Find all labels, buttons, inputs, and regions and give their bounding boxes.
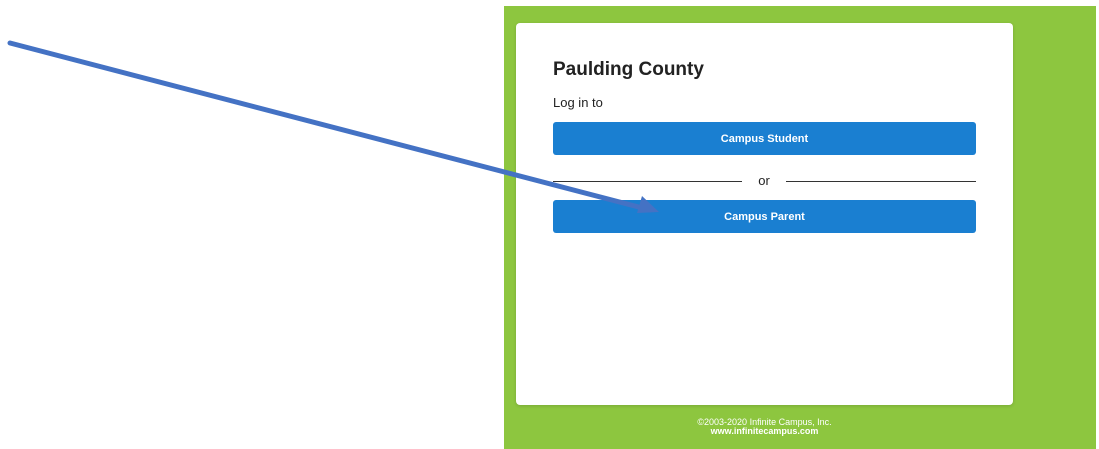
campus-parent-button[interactable]: Campus Parent [553, 200, 976, 233]
district-title: Paulding County [553, 59, 704, 80]
divider-line-left [553, 181, 742, 182]
divider-text: or [758, 173, 770, 188]
footer: ©2003-2020 Infinite Campus, Inc. www.inf… [516, 418, 1013, 436]
divider-line-right [786, 181, 976, 182]
or-divider: or [553, 173, 976, 189]
login-card: Paulding County Log in to Campus Student… [516, 23, 1013, 405]
footer-website-link[interactable]: www.infinitecampus.com [516, 427, 1013, 436]
campus-student-button[interactable]: Campus Student [553, 122, 976, 155]
login-prompt: Log in to [553, 95, 603, 110]
page: Paulding County Log in to Campus Student… [0, 0, 1099, 449]
